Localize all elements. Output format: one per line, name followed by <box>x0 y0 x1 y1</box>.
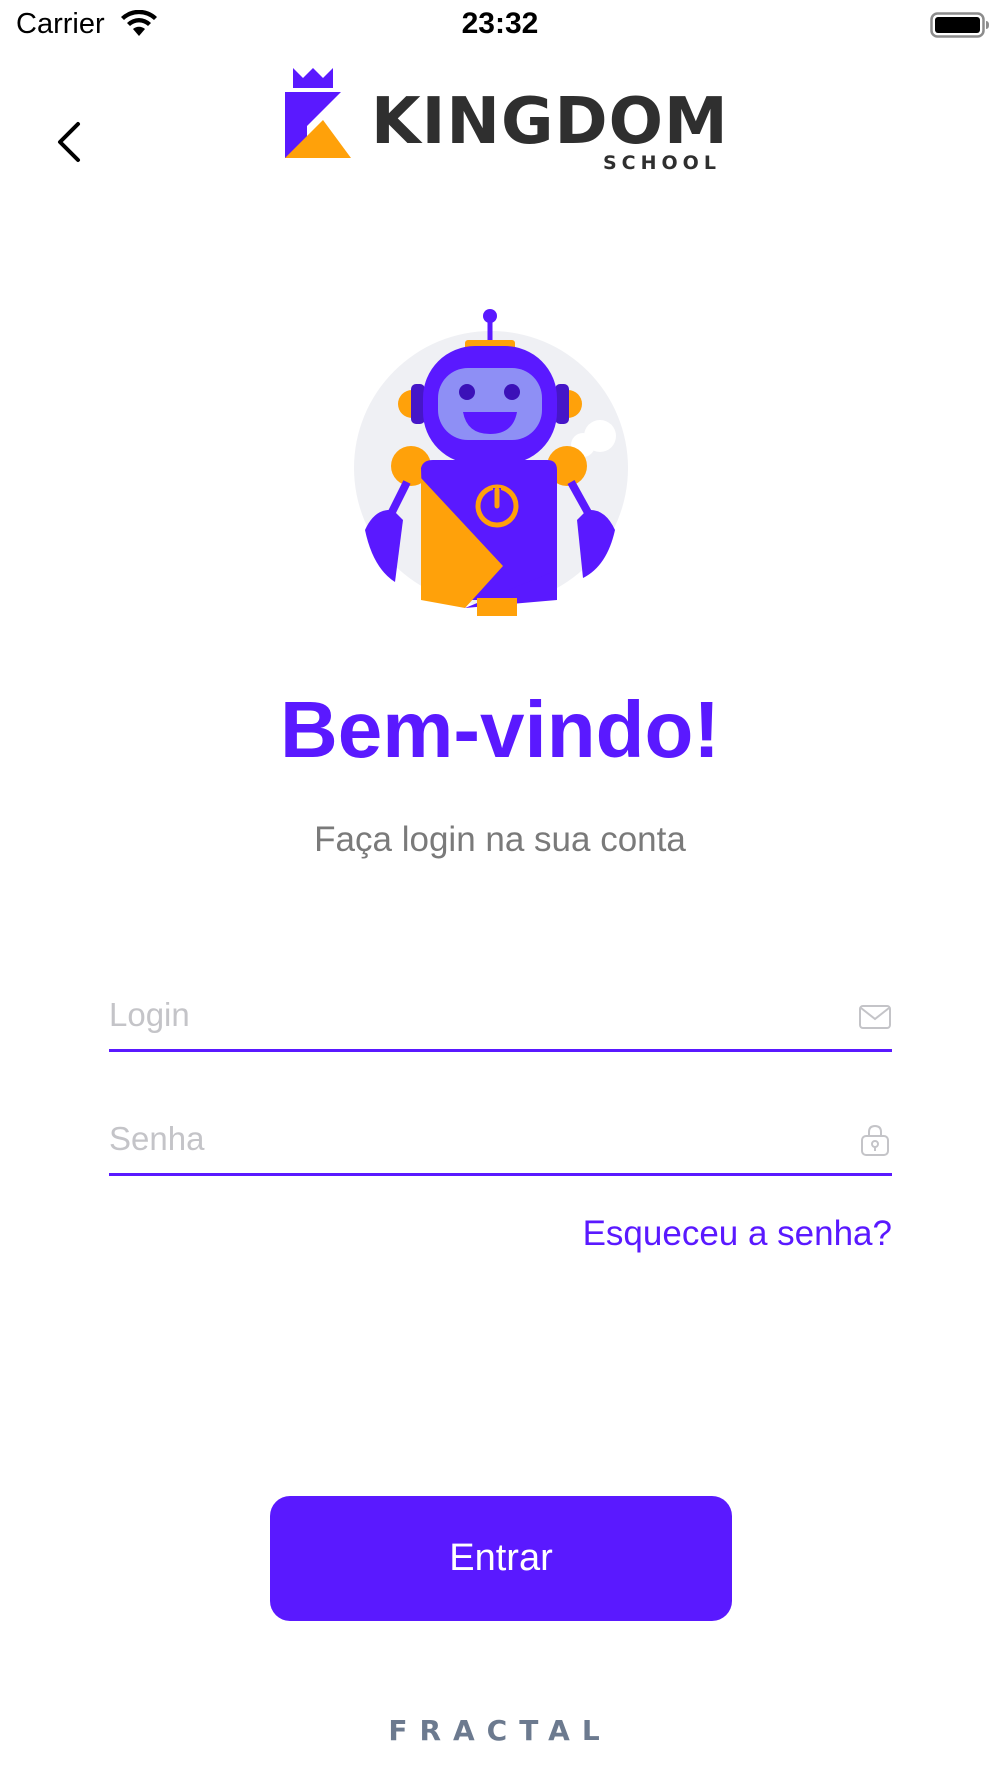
login-field <box>109 982 892 1052</box>
mail-icon <box>859 1005 891 1029</box>
lock-icon <box>861 1124 889 1156</box>
login-input[interactable] <box>109 982 809 1048</box>
status-bar: Carrier 23:32 <box>0 0 1000 50</box>
enter-button[interactable]: Entrar <box>270 1496 732 1621</box>
login-subtitle: Faça login na sua conta <box>314 820 686 859</box>
battery-icon <box>930 12 989 38</box>
welcome-title: Bem-vindo! <box>280 685 720 774</box>
forgot-password-link[interactable]: Esqueceu a senha? <box>583 1214 892 1254</box>
password-input[interactable] <box>109 1106 809 1172</box>
fractal-logo: FRACTAL <box>388 1714 612 1747</box>
logo-subtitle: SCHOOL <box>603 152 721 174</box>
robot-illustration <box>354 309 628 616</box>
back-button[interactable] <box>44 110 96 174</box>
kingdom-school-logo: KINGDOM SCHOOL <box>283 66 728 178</box>
logo-wordmark: KINGDOM <box>371 85 729 159</box>
password-field <box>109 1106 892 1176</box>
crown-k-logo-mark <box>285 68 351 158</box>
status-time: 23:32 <box>461 7 539 40</box>
